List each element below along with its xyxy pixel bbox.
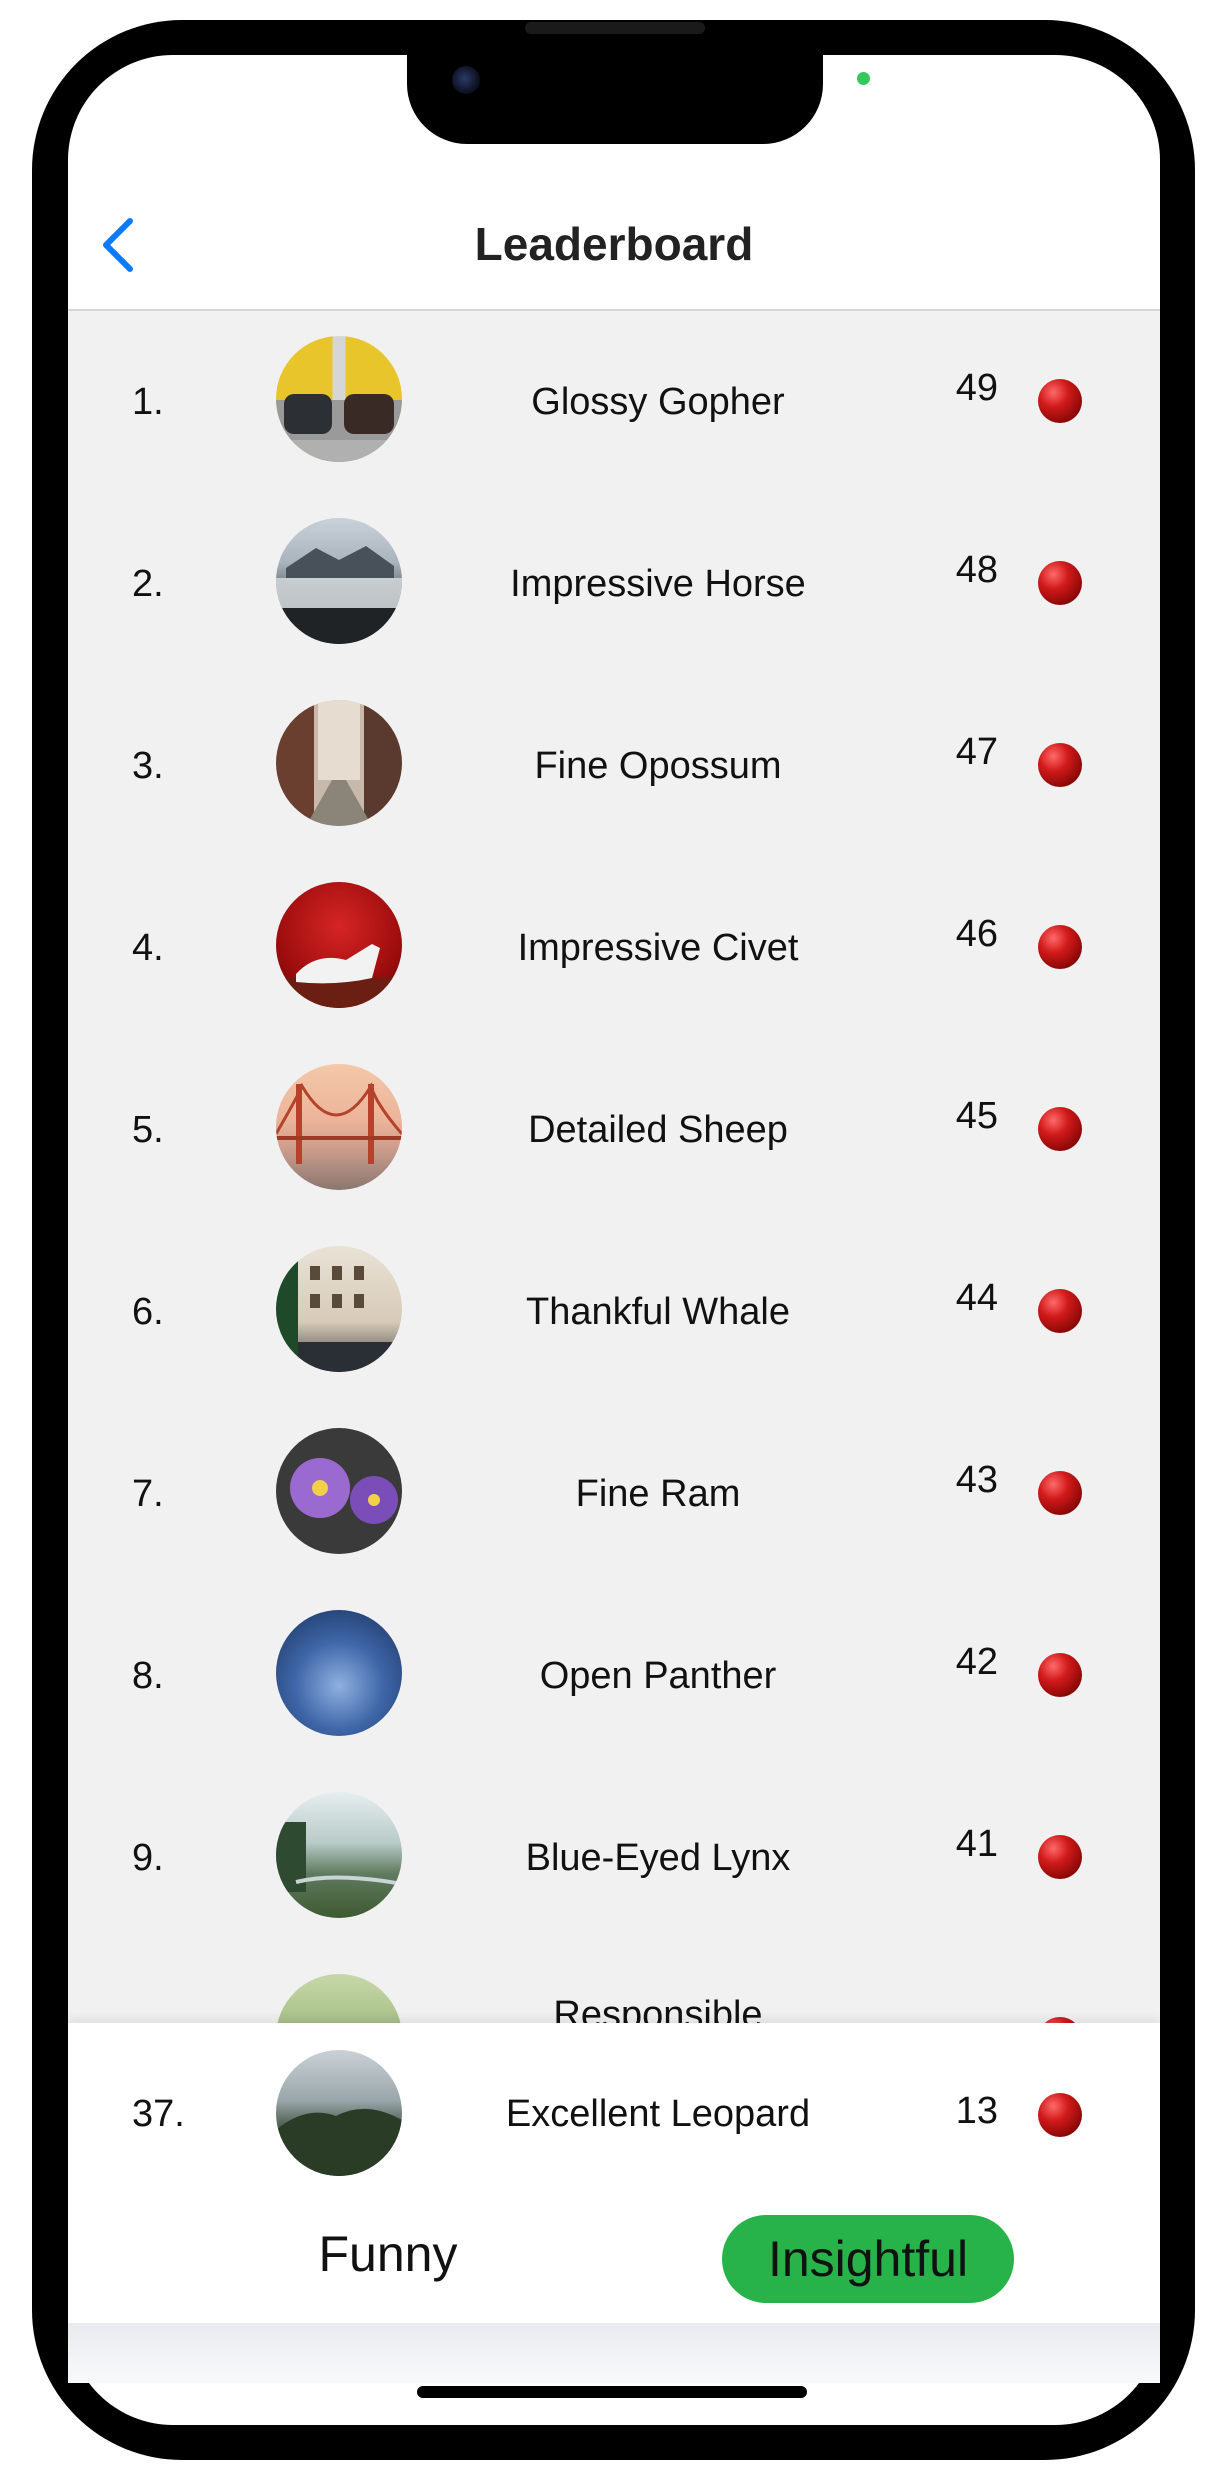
status-indicator-icon: [1038, 379, 1082, 423]
status-indicator-icon: [1038, 1289, 1082, 1333]
avatar: [276, 518, 402, 644]
speaker: [525, 22, 705, 34]
nav-bar: Leaderboard: [68, 195, 1160, 311]
score: 41: [955, 1823, 998, 1865]
tab-funny[interactable]: Funny: [238, 2209, 538, 2299]
rank-label: 7.: [132, 1472, 164, 1515]
avatar: [276, 1974, 402, 2023]
avatar: [276, 1064, 402, 1190]
list-item[interactable]: 7. Fine Ram 43: [68, 1403, 1160, 1585]
player-name: Impressive Horse: [510, 563, 806, 605]
avatar: [276, 700, 402, 826]
score: 49: [955, 367, 998, 409]
list-item[interactable]: 6. Thankful Whale 44: [68, 1221, 1160, 1403]
list-item[interactable]: 5. Detailed Sheep 45: [68, 1039, 1160, 1221]
player-name: Thankful Whale: [525, 1291, 790, 1333]
avatar: [276, 882, 402, 1008]
avatar: [276, 1610, 402, 1736]
player-name: Blue-Eyed Lynx: [525, 1837, 791, 1879]
player-name: Responsible: [553, 1994, 763, 2023]
status-indicator-icon: [1038, 561, 1082, 605]
score: 45: [955, 1095, 998, 1137]
home-indicator[interactable]: [417, 2386, 807, 2398]
player-name: Fine Ram: [575, 1473, 741, 1515]
current-user-row[interactable]: 37. Excellent Leopard 13: [68, 2023, 1160, 2205]
score: 44: [955, 1277, 998, 1319]
score: 47: [955, 731, 998, 773]
status-indicator-icon: [1038, 2093, 1082, 2137]
rank-label: 4.: [132, 926, 164, 969]
status-indicator-icon: [1038, 1653, 1082, 1697]
status-indicator-icon: [1038, 1471, 1082, 1515]
score: 43: [955, 1459, 998, 1501]
current-user-panel: 37. Excellent Leopard 13 Funny Insightfu…: [68, 2023, 1160, 2323]
list-item[interactable]: 2. Impressive Horse 48: [68, 493, 1160, 675]
rank-label: 3.: [132, 744, 164, 787]
player-name: Glossy Gopher: [531, 381, 785, 423]
player-name: Excellent Leopard: [505, 2093, 811, 2135]
bottom-shade: [68, 2323, 1160, 2383]
score: 48: [955, 549, 998, 591]
status-indicator-icon: [1038, 1835, 1082, 1879]
list-item[interactable]: 1. Glossy Gopher 49: [68, 311, 1160, 493]
avatar: [276, 1246, 402, 1372]
status-indicator-icon: [1038, 925, 1082, 969]
rank-label: 1.: [132, 380, 164, 423]
rank-label: 6.: [132, 1290, 164, 1333]
status-indicator-icon: [1038, 743, 1082, 787]
avatar: [276, 1428, 402, 1554]
front-camera: [452, 66, 480, 94]
leaderboard-list[interactable]: 1. Glossy Gopher 49 2. Impressive Horse …: [68, 311, 1160, 2023]
rank-label: 2.: [132, 562, 164, 605]
score: 42: [955, 1641, 998, 1683]
list-item[interactable]: 4. Impressive Civet 46: [68, 857, 1160, 1039]
camera-indicator-dot: [857, 72, 870, 85]
page-title: Leaderboard: [474, 218, 754, 270]
avatar: [276, 2050, 402, 2176]
status-indicator-icon: [1038, 1107, 1082, 1151]
list-item[interactable]: 9. Blue-Eyed Lynx 41: [68, 1767, 1160, 1949]
list-item[interactable]: Responsible: [68, 1949, 1160, 2023]
list-item[interactable]: 8. Open Panther 42: [68, 1585, 1160, 1767]
rank-label: 9.: [132, 1836, 164, 1879]
rank-label: 8.: [132, 1654, 164, 1697]
player-name: Detailed Sheep: [528, 1109, 788, 1151]
score: 13: [955, 2090, 998, 2132]
avatar: [276, 336, 402, 462]
rank-label: 37.: [132, 2092, 185, 2135]
player-name: Fine Opossum: [534, 745, 782, 787]
list-item[interactable]: 3. Fine Opossum 47: [68, 675, 1160, 857]
player-name: Impressive Civet: [517, 927, 799, 969]
tab-insightful[interactable]: Insightful: [722, 2215, 1014, 2303]
player-name: Open Panther: [539, 1655, 777, 1697]
avatar: [276, 1792, 402, 1918]
score: 46: [955, 913, 998, 955]
rank-label: 5.: [132, 1108, 164, 1151]
